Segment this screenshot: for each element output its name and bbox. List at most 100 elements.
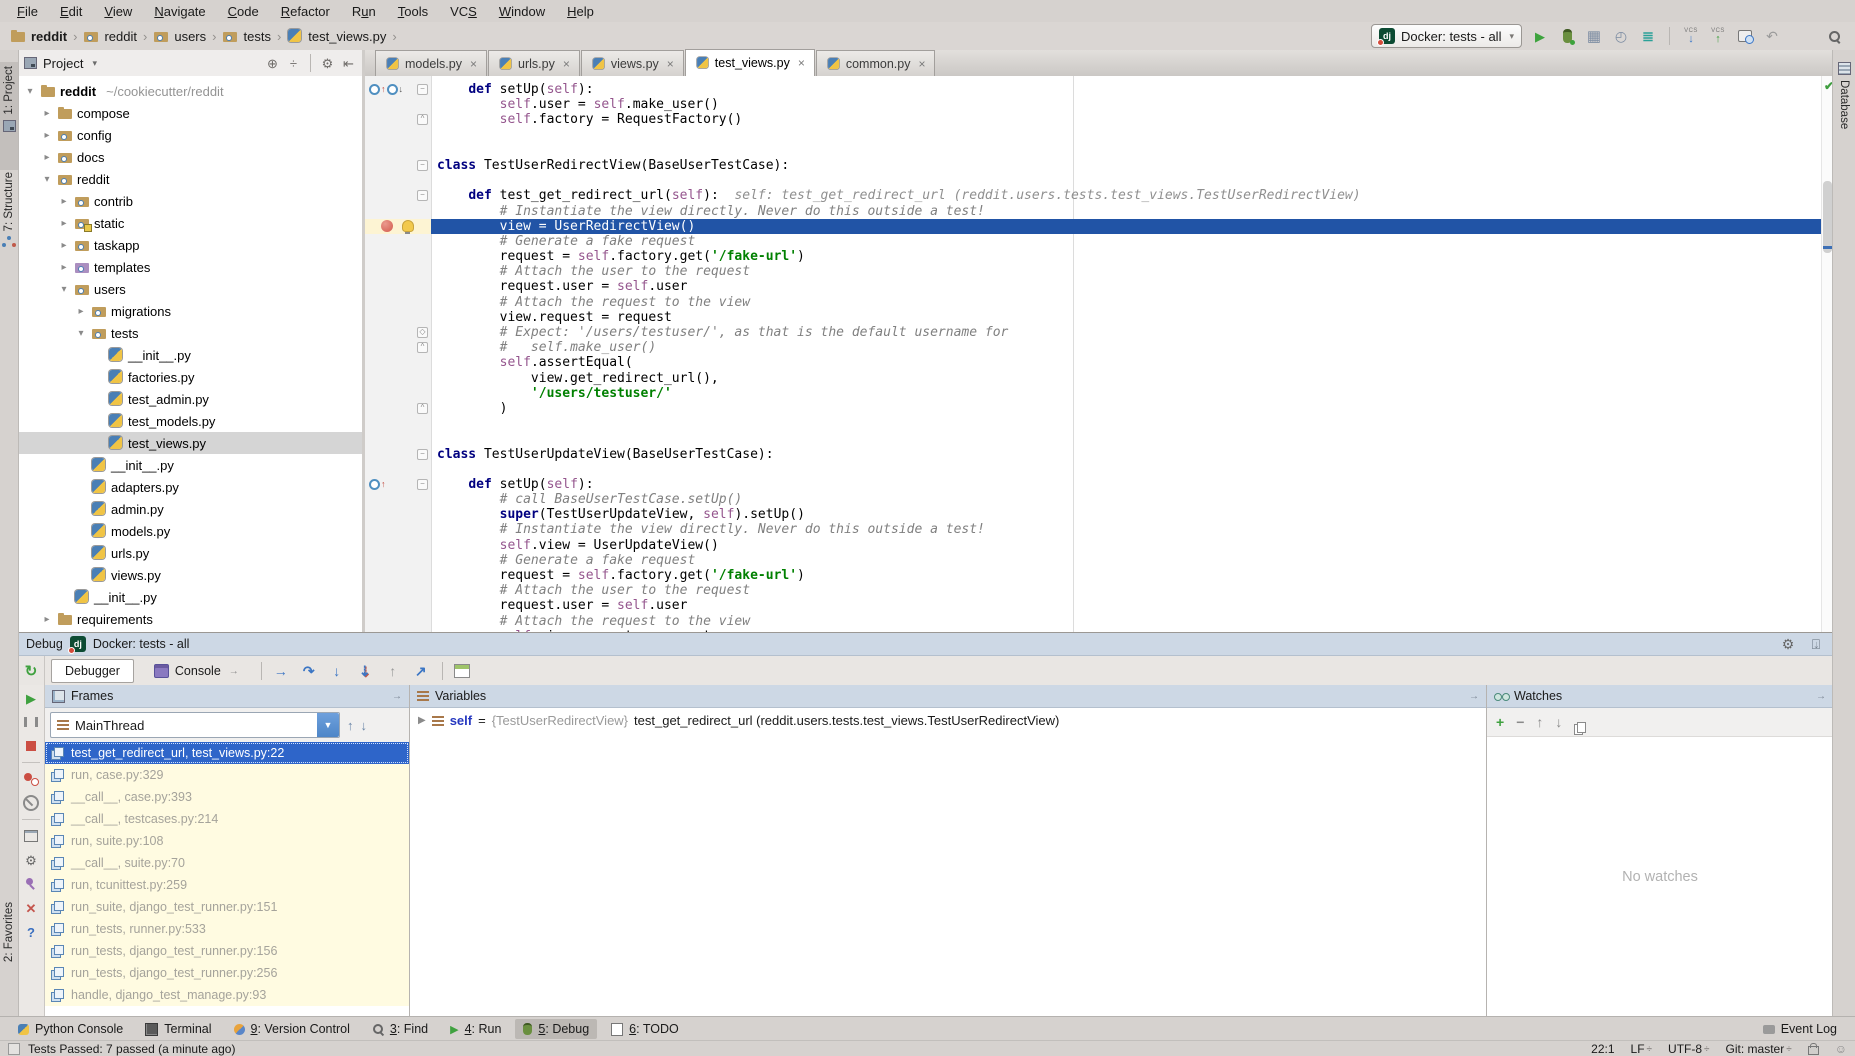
- add-watch-icon[interactable]: +: [1496, 714, 1504, 730]
- fold-marker-icon[interactable]: −: [417, 479, 428, 490]
- toolwindow-button-version-control[interactable]: 9: Version Control: [226, 1019, 358, 1039]
- run-to-cursor-icon[interactable]: ↗: [410, 663, 432, 680]
- tree-chevron-icon[interactable]: ▸: [41, 152, 53, 163]
- rerun-icon[interactable]: ↻: [22, 662, 40, 680]
- fold-marker-icon[interactable]: −: [417, 84, 428, 95]
- breadcrumb-item[interactable]: users: [151, 29, 208, 44]
- hide-icon[interactable]: ⇤: [341, 56, 356, 71]
- pause-icon[interactable]: [23, 714, 39, 730]
- fold-marker-icon[interactable]: ◇: [417, 327, 428, 338]
- menu-code[interactable]: Code: [217, 2, 270, 21]
- editor-tab-urls-py[interactable]: urls.py×: [488, 50, 580, 76]
- sidebar-tab-database[interactable]: Database: [1833, 58, 1855, 196]
- tree-row[interactable]: ▾tests: [18, 322, 362, 344]
- tree-row[interactable]: ▾reddit~/cookiecutter/reddit: [18, 80, 362, 102]
- tree-chevron-icon[interactable]: ▸: [41, 108, 53, 119]
- show-execution-point-icon[interactable]: →: [270, 663, 292, 679]
- menu-edit[interactable]: Edit: [49, 2, 93, 21]
- tree-chevron-icon[interactable]: ▸: [58, 196, 70, 207]
- build-icon[interactable]: ≣: [1639, 27, 1657, 45]
- menu-window[interactable]: Window: [488, 2, 556, 21]
- run-configuration-select[interactable]: dj Docker: tests - all ▾: [1371, 24, 1522, 48]
- step-into-icon[interactable]: ↓: [326, 663, 348, 679]
- pin-icon[interactable]: [23, 876, 39, 892]
- locate-icon[interactable]: ⊕: [265, 56, 280, 71]
- tree-row[interactable]: factories.py: [18, 366, 362, 388]
- toolwindow-button-python-console[interactable]: Python Console: [10, 1019, 131, 1039]
- vcs-update-icon[interactable]: VCS↓: [1682, 27, 1700, 45]
- collapse-icon[interactable]: ÷: [286, 56, 301, 71]
- tree-chevron-icon[interactable]: ▾: [58, 284, 70, 295]
- tree-chevron-icon[interactable]: ▸: [58, 240, 70, 251]
- thread-selector[interactable]: MainThread ▼: [50, 712, 340, 738]
- tree-row[interactable]: ▸docs: [18, 146, 362, 168]
- step-over-icon[interactable]: ↷: [298, 663, 320, 680]
- toolwindow-button-terminal[interactable]: Terminal: [137, 1019, 219, 1039]
- project-panel-title[interactable]: Project ▾: [24, 56, 97, 71]
- close-icon[interactable]: ×: [667, 57, 674, 71]
- undo-icon[interactable]: ↶: [1763, 27, 1781, 45]
- help-icon[interactable]: ?: [23, 924, 39, 940]
- tab-debugger[interactable]: Debugger: [51, 659, 134, 683]
- stop-icon[interactable]: [23, 738, 39, 754]
- frame-row[interactable]: __call__, suite.py:70: [45, 852, 409, 874]
- frame-up-icon[interactable]: ↑: [347, 718, 354, 733]
- tree-row[interactable]: ▸compose: [18, 102, 362, 124]
- tree-row[interactable]: ▸config: [18, 124, 362, 146]
- menu-help[interactable]: Help: [556, 2, 605, 21]
- status-item[interactable]: UTF-8÷: [1668, 1042, 1710, 1056]
- frame-row[interactable]: run_tests, django_test_runner.py:156: [45, 940, 409, 962]
- code-editor[interactable]: ↑↓−^−−◇^^−↑− def setUp(self): self.user …: [365, 76, 1833, 632]
- override-marker-icon[interactable]: ↑↓: [369, 84, 403, 95]
- search-icon[interactable]: [1825, 27, 1843, 45]
- tree-row[interactable]: __init__.py: [18, 586, 362, 608]
- resume-icon[interactable]: ▶: [23, 690, 39, 706]
- tree-row[interactable]: adapters.py: [18, 476, 362, 498]
- tab-console[interactable]: Console →: [140, 659, 253, 683]
- move-up-icon[interactable]: ↑: [1536, 714, 1543, 730]
- fold-marker-icon[interactable]: ^: [417, 342, 428, 353]
- status-item[interactable]: Git: master÷: [1726, 1042, 1792, 1056]
- fold-marker-icon[interactable]: ^: [417, 403, 428, 414]
- close-icon[interactable]: ×: [470, 57, 477, 71]
- tree-row[interactable]: ▸migrations: [18, 300, 362, 322]
- remove-watch-icon[interactable]: −: [1516, 714, 1524, 730]
- frame-row[interactable]: run, tcunittest.py:259: [45, 874, 409, 896]
- frame-row[interactable]: __call__, testcases.py:214: [45, 808, 409, 830]
- evaluate-expression-icon[interactable]: [453, 662, 471, 680]
- settings-gear-icon[interactable]: ⚙: [23, 852, 39, 868]
- hide-panel-icon[interactable]: ⍗: [1807, 635, 1825, 653]
- menu-tools[interactable]: Tools: [387, 2, 439, 21]
- debug-bug-icon[interactable]: [1558, 27, 1576, 45]
- tree-chevron-icon[interactable]: ▸: [41, 130, 53, 141]
- tree-row[interactable]: test_admin.py: [18, 388, 362, 410]
- menu-view[interactable]: View: [93, 2, 143, 21]
- force-step-into-icon[interactable]: ⇣: [354, 663, 376, 680]
- variable-row[interactable]: ▶ self = {TestUserRedirectView} test_get…: [418, 713, 1478, 728]
- close-icon[interactable]: ✕: [23, 900, 39, 916]
- close-icon[interactable]: ×: [798, 56, 805, 70]
- tree-row[interactable]: test_views.py: [18, 432, 362, 454]
- breadcrumb-item[interactable]: tests: [220, 29, 272, 44]
- mute-breakpoints-icon[interactable]: [23, 795, 39, 811]
- frame-row[interactable]: run_tests, runner.py:533: [45, 918, 409, 940]
- tree-row[interactable]: __init__.py: [18, 454, 362, 476]
- vcs-commit-icon[interactable]: VCS↑: [1709, 27, 1727, 45]
- menu-run[interactable]: Run: [341, 2, 387, 21]
- breakpoint-icon[interactable]: [381, 220, 393, 232]
- editor-tab-test_views-py[interactable]: test_views.py×: [685, 49, 815, 76]
- toolwindow-button-run[interactable]: ▶4: Run: [442, 1019, 509, 1039]
- close-icon[interactable]: ×: [563, 57, 570, 71]
- tree-row[interactable]: models.py: [18, 520, 362, 542]
- tree-row[interactable]: ▸requirements: [18, 608, 362, 630]
- toolwindow-button-debug[interactable]: 5: Debug: [515, 1019, 597, 1039]
- tree-row[interactable]: ▾users: [18, 278, 362, 300]
- tree-chevron-icon[interactable]: ▸: [41, 614, 53, 625]
- tree-row[interactable]: ▸taskapp: [18, 234, 362, 256]
- frame-row[interactable]: run_suite, django_test_runner.py:151: [45, 896, 409, 918]
- scrollbar-thumb[interactable]: [1823, 181, 1832, 253]
- status-item[interactable]: 22:1: [1591, 1042, 1614, 1056]
- chevron-right-icon[interactable]: ▶: [418, 715, 426, 726]
- tree-chevron-icon[interactable]: ▾: [24, 86, 36, 97]
- tree-row[interactable]: admin.py: [18, 498, 362, 520]
